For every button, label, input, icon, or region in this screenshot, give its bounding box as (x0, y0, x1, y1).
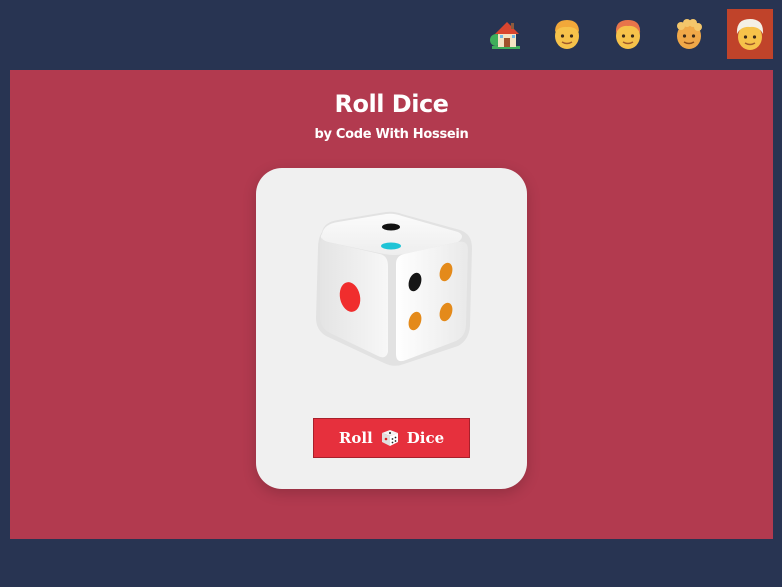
person-blond-icon (555, 20, 579, 49)
nav-person-4[interactable] (727, 9, 773, 59)
dice-icon (316, 211, 472, 366)
page-title: Roll Dice (334, 90, 449, 118)
game-die-icon (381, 430, 398, 446)
nav-person-2[interactable] (605, 9, 651, 59)
person-red-hair-icon (615, 20, 641, 49)
dice-card: Roll Dice (256, 168, 527, 489)
roll-dice-button[interactable]: Roll Dice (313, 418, 470, 458)
nav-person-1[interactable] (544, 9, 590, 59)
page-subtitle: by Code With Hossein (314, 127, 469, 142)
nav-person-3[interactable] (666, 9, 712, 59)
home-icon (490, 22, 520, 49)
roll-label: Roll (338, 429, 373, 447)
dice-label: Dice (406, 429, 445, 447)
dice-display (308, 208, 474, 370)
top-navigation (468, 9, 773, 59)
nav-home[interactable] (483, 9, 529, 59)
person-curly-hair-icon (677, 19, 702, 49)
main-panel: Roll Dice by Code With Hossein Roll Dice (10, 70, 773, 539)
person-white-hair-icon (736, 19, 764, 50)
